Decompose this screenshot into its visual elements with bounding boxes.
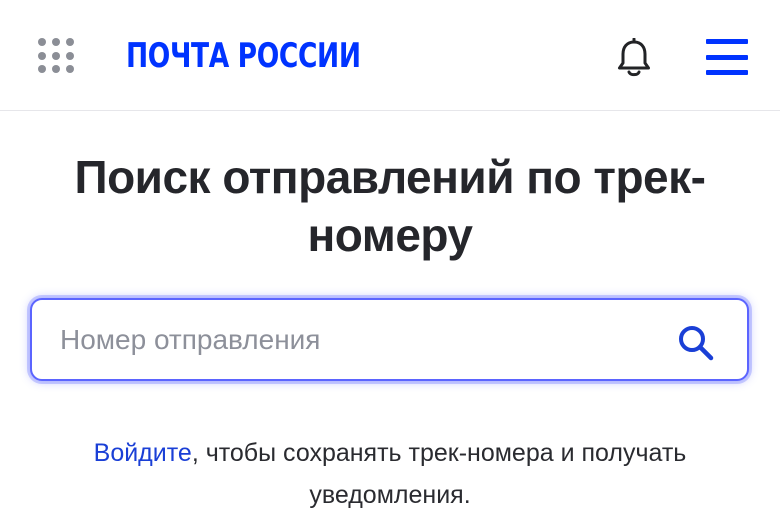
- apps-grid-icon[interactable]: [38, 38, 74, 74]
- menu-bar: [706, 54, 748, 60]
- login-hint-text: , чтобы сохранять трек-номера и получать…: [191, 439, 687, 509]
- grid-dot: [66, 38, 74, 46]
- search-icon: [679, 326, 714, 361]
- menu-bar: [706, 39, 748, 44]
- top-header: ПОЧТА РОССИИ: [0, 0, 780, 111]
- page-title-line-1: Поиск отправлений по трек-: [74, 151, 706, 203]
- grid-dot: [38, 38, 46, 46]
- grid-dot: [66, 51, 74, 60]
- page-title-line-2: номеру: [307, 209, 473, 261]
- pochta-logo[interactable]: ПОЧТА РОССИИ: [126, 36, 361, 76]
- search-button[interactable]: [674, 321, 718, 365]
- tracking-search-box: [30, 298, 749, 381]
- bell-icon: [618, 38, 650, 77]
- notifications-button[interactable]: [612, 36, 656, 80]
- hamburger-menu-icon[interactable]: [704, 38, 750, 76]
- menu-bar: [706, 70, 748, 75]
- tracking-number-input[interactable]: [60, 318, 660, 362]
- grid-dot: [52, 38, 60, 46]
- login-link[interactable]: Войдите: [94, 439, 192, 467]
- grid-dot: [66, 65, 74, 74]
- grid-dot: [52, 51, 60, 60]
- grid-dot: [38, 51, 46, 60]
- login-hint: Войдите, чтобы сохранять трек-номера и п…: [20, 432, 760, 516]
- page-title: Поиск отправлений по трек- номеру: [20, 148, 760, 264]
- grid-dot: [52, 65, 60, 74]
- grid-dot: [38, 65, 46, 74]
